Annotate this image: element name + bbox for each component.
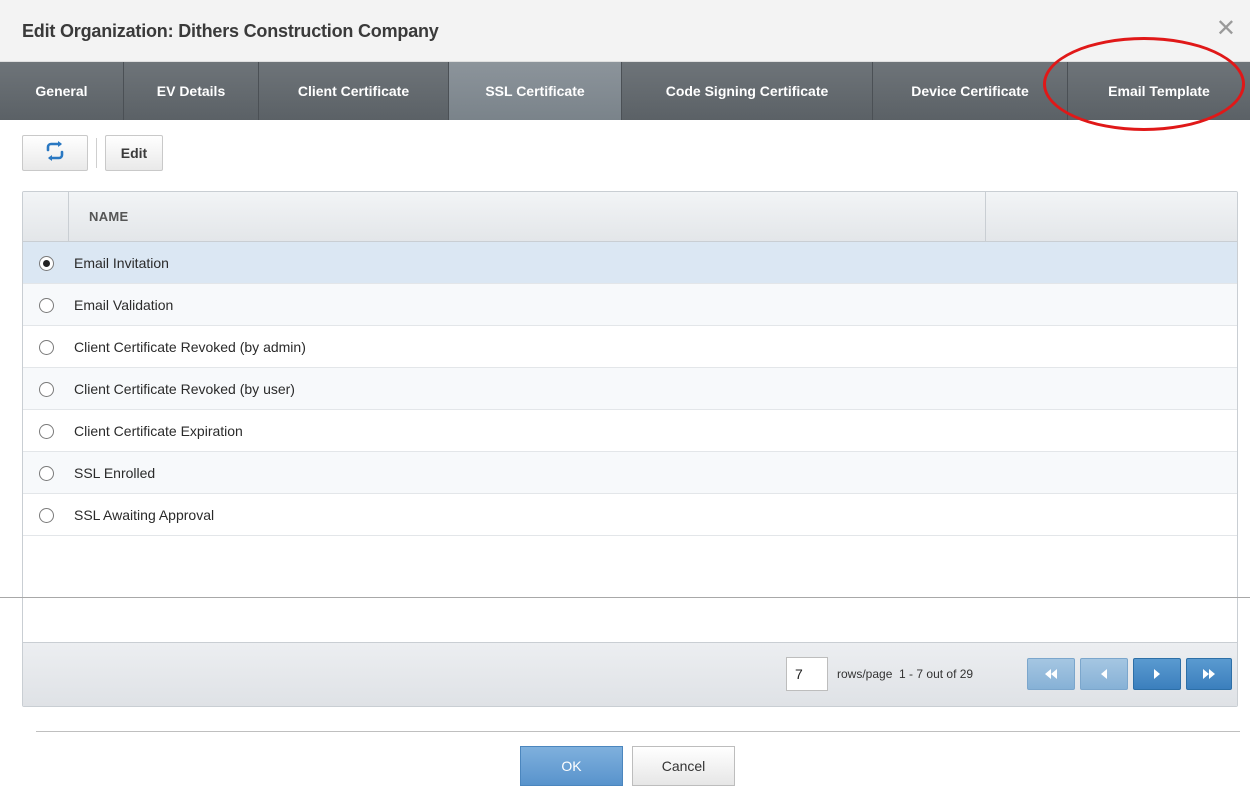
last-page-button[interactable] xyxy=(1186,658,1232,690)
edit-button[interactable]: Edit xyxy=(105,135,163,171)
tab-bar: General EV Details Client Certificate SS… xyxy=(0,62,1250,120)
toolbar-divider xyxy=(96,138,97,168)
row-name: Client Certificate Revoked (by user) xyxy=(74,380,295,397)
header-divider xyxy=(985,192,986,242)
table-row[interactable]: Email Validation xyxy=(23,284,1237,326)
rows-per-page-input[interactable] xyxy=(786,657,828,691)
next-page-button[interactable] xyxy=(1133,658,1181,690)
cancel-button[interactable]: Cancel xyxy=(632,746,735,786)
row-radio[interactable] xyxy=(39,382,54,397)
header-select-column xyxy=(23,192,69,242)
grid-divider-line xyxy=(0,597,1250,598)
pagination-info: rows/page 1 - 7 out of 29 xyxy=(837,667,973,681)
table-row[interactable]: SSL Enrolled xyxy=(23,452,1237,494)
prev-page-icon xyxy=(1101,669,1107,679)
row-name: Client Certificate Revoked (by admin) xyxy=(74,338,306,355)
refresh-button[interactable] xyxy=(22,135,88,171)
tab-ev-details[interactable]: EV Details xyxy=(124,62,259,120)
toolbar: Edit xyxy=(22,133,163,173)
last-page-icon xyxy=(1203,669,1215,679)
first-page-button[interactable] xyxy=(1027,658,1075,690)
table-row[interactable]: Client Certificate Revoked (by user) xyxy=(23,368,1237,410)
row-radio[interactable] xyxy=(39,508,54,523)
row-radio[interactable] xyxy=(39,340,54,355)
first-page-icon xyxy=(1045,669,1057,679)
tab-code-signing-certificate[interactable]: Code Signing Certificate xyxy=(622,62,873,120)
tab-general[interactable]: General xyxy=(0,62,124,120)
row-radio[interactable] xyxy=(39,298,54,313)
table-row[interactable]: SSL Awaiting Approval xyxy=(23,494,1237,536)
table-row[interactable]: Client Certificate Expiration xyxy=(23,410,1237,452)
ok-button[interactable]: OK xyxy=(520,746,623,786)
table-header: NAME xyxy=(23,192,1237,242)
template-table: NAME Email Invitation Email Validation C… xyxy=(22,191,1238,707)
pagination-bar: rows/page 1 - 7 out of 29 xyxy=(23,642,1237,706)
row-name: Email Validation xyxy=(74,296,174,313)
tab-email-template[interactable]: Email Template xyxy=(1068,62,1250,120)
table-row[interactable]: Email Invitation xyxy=(23,242,1237,284)
table-row[interactable]: Client Certificate Revoked (by admin) xyxy=(23,326,1237,368)
row-radio[interactable] xyxy=(39,424,54,439)
dialog-title: Edit Organization: Dithers Construction … xyxy=(22,21,439,41)
next-page-icon xyxy=(1154,669,1160,679)
row-name: Email Invitation xyxy=(74,254,169,271)
refresh-icon xyxy=(44,140,66,166)
row-name: SSL Enrolled xyxy=(74,464,156,481)
row-radio[interactable] xyxy=(39,466,54,481)
tab-ssl-certificate[interactable]: SSL Certificate xyxy=(449,62,622,120)
close-icon[interactable]: ✕ xyxy=(1216,17,1236,41)
tab-client-certificate[interactable]: Client Certificate xyxy=(259,62,449,120)
tab-device-certificate[interactable]: Device Certificate xyxy=(873,62,1068,120)
row-name: SSL Awaiting Approval xyxy=(74,506,215,523)
prev-page-button[interactable] xyxy=(1080,658,1128,690)
footer-divider xyxy=(36,731,1240,732)
row-radio[interactable] xyxy=(39,256,54,271)
rows-per-page-label: rows/page xyxy=(837,667,893,681)
row-name: Client Certificate Expiration xyxy=(74,422,243,439)
dialog-titlebar: Edit Organization: Dithers Construction … xyxy=(0,0,1250,62)
page-range: 1 - 7 out of 29 xyxy=(899,667,974,681)
column-header-name[interactable]: NAME xyxy=(89,209,128,224)
